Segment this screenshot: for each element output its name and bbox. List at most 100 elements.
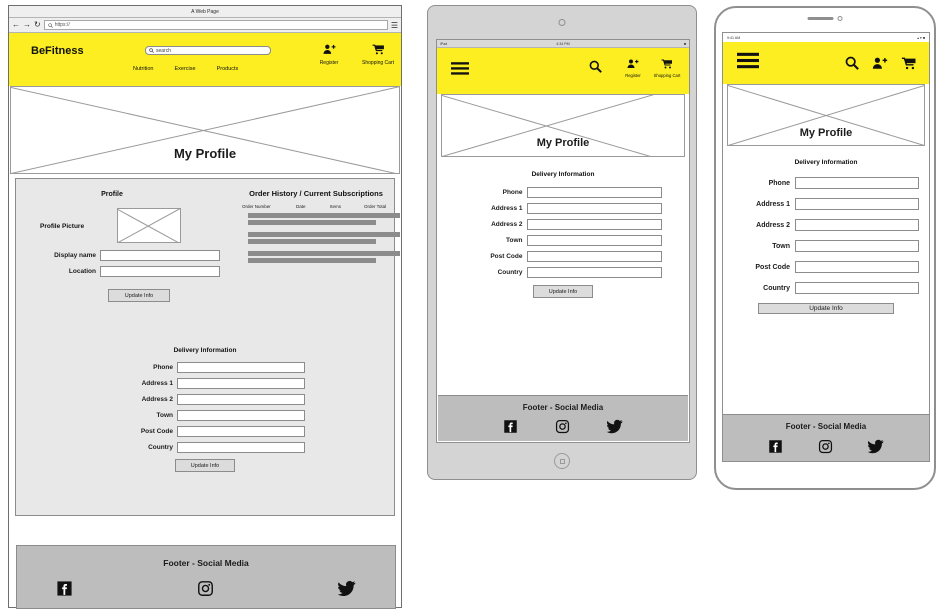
social-links — [503, 419, 623, 434]
address1-input[interactable] — [177, 378, 305, 389]
table-row[interactable] — [248, 232, 400, 244]
table-row[interactable] — [248, 251, 400, 263]
order-history-columns: Order Number Date Items Order Total — [242, 204, 398, 209]
hamburger-menu-icon[interactable]: ☰ — [391, 21, 398, 30]
postcode-input[interactable] — [177, 426, 305, 437]
phone-row: Phone — [465, 187, 662, 198]
profile-picture-label: Profile Picture — [40, 223, 85, 230]
profile-picture-placeholder[interactable] — [117, 208, 181, 243]
instagram-icon[interactable] — [818, 439, 833, 454]
search-icon — [149, 48, 154, 53]
cart-label: Shopping Cart — [362, 60, 394, 66]
shopping-cart-button[interactable]: Shopping Cart — [361, 42, 395, 67]
town-row: Town — [733, 240, 919, 252]
url-input[interactable]: https:// — [43, 20, 388, 30]
display-name-row: Display name — [30, 250, 220, 261]
order-bar-primary — [248, 213, 400, 218]
twitter-icon[interactable] — [867, 439, 884, 454]
shopping-cart-button[interactable]: Shopping Cart — [651, 56, 683, 79]
country-input[interactable] — [526, 267, 662, 278]
town-input[interactable] — [177, 410, 305, 421]
facebook-icon[interactable] — [503, 419, 518, 434]
phone-notch — [807, 16, 843, 21]
nav-item-products[interactable]: Products — [217, 66, 239, 72]
delivery-update-info-button[interactable]: Update Info — [175, 459, 235, 472]
country-input[interactable] — [177, 442, 305, 453]
order-bar-secondary — [248, 258, 376, 263]
postcode-row: Post Code — [733, 261, 919, 273]
address1-row: Address 1 — [105, 378, 305, 389]
phone-camera-icon — [837, 16, 843, 21]
browser-title-bar: A Web Page — [9, 6, 401, 18]
town-input[interactable] — [526, 235, 662, 246]
page-title: My Profile — [173, 146, 237, 161]
footer-title: Footer - Social Media — [785, 422, 867, 431]
postcode-label: Post Code — [140, 428, 173, 435]
address1-label: Address 1 — [491, 205, 523, 212]
phone-input[interactable] — [795, 177, 919, 189]
town-row: Town — [465, 235, 662, 246]
address1-input[interactable] — [795, 198, 919, 210]
postcode-input[interactable] — [526, 251, 662, 262]
desktop-footer: Footer - Social Media — [16, 545, 396, 609]
facebook-icon[interactable] — [56, 580, 73, 597]
delivery-update-info-button[interactable]: Update Info — [533, 285, 593, 298]
address2-input[interactable] — [795, 219, 919, 231]
arrow-right-icon[interactable]: → — [23, 21, 31, 29]
delivery-form: Phone Address 1 Address 2 Town Post Code… — [465, 187, 662, 298]
phone-input[interactable] — [526, 187, 662, 198]
country-label: Country — [497, 269, 523, 276]
instagram-icon[interactable] — [555, 419, 570, 434]
hamburger-menu-icon[interactable] — [737, 52, 759, 74]
reload-icon[interactable]: ↻ — [34, 21, 41, 29]
location-input[interactable] — [100, 266, 220, 277]
address1-row: Address 1 — [465, 203, 662, 214]
search-input[interactable]: search — [145, 46, 271, 55]
address2-row: Address 2 — [105, 394, 305, 405]
shopping-cart-icon[interactable] — [901, 57, 917, 70]
tablet-mockup: iPad 4:34 PM ■ Register Shopping Cart My… — [427, 5, 697, 480]
phone-input[interactable] — [177, 362, 305, 373]
register-button[interactable]: Register — [312, 42, 346, 67]
postcode-row: Post Code — [105, 426, 305, 437]
address2-input[interactable] — [526, 219, 662, 230]
country-row: Country — [465, 267, 662, 278]
postcode-input[interactable] — [795, 261, 919, 273]
town-input[interactable] — [795, 240, 919, 252]
phone-mockup: 9:41 AM ▴ ▾ ■ My Profile Delivery Inform… — [714, 6, 936, 490]
search-icon[interactable] — [845, 56, 859, 70]
profile-update-info-button[interactable]: Update Info — [108, 289, 170, 302]
phone-row: Phone — [105, 362, 305, 373]
table-row[interactable] — [248, 213, 400, 225]
nav-item-exercise[interactable]: Exercise — [174, 66, 195, 72]
instagram-icon[interactable] — [197, 580, 214, 597]
address2-row: Address 2 — [733, 219, 919, 231]
register-button[interactable]: Register — [617, 56, 649, 79]
address2-label: Address 2 — [141, 396, 173, 403]
order-history-title: Order History / Current Subscriptions — [249, 189, 383, 198]
delivery-update-info-button[interactable]: Update Info — [758, 303, 894, 314]
facebook-icon[interactable] — [768, 439, 783, 454]
country-input[interactable] — [795, 282, 919, 294]
order-bar-primary — [248, 232, 400, 237]
delivery-section-title: Delivery Information — [794, 159, 858, 166]
twitter-icon[interactable] — [606, 419, 623, 434]
home-button-icon[interactable] — [554, 453, 570, 469]
search-icon[interactable] — [589, 60, 602, 78]
hamburger-menu-icon[interactable] — [451, 62, 469, 80]
twitter-icon[interactable] — [337, 580, 356, 597]
desktop-browser-mockup: A Web Page ← → ↻ https:// ☰ BeFitness se… — [8, 5, 402, 609]
address1-label: Address 1 — [141, 380, 173, 387]
register-label: Register — [625, 73, 641, 78]
phone-label: Phone — [502, 189, 523, 196]
address1-input[interactable] — [526, 203, 662, 214]
display-name-input[interactable] — [100, 250, 220, 261]
town-label: Town — [156, 412, 174, 419]
nav-item-nutrition[interactable]: Nutrition — [133, 66, 153, 72]
user-add-icon[interactable] — [872, 57, 888, 70]
brand-logo[interactable]: BeFitness — [31, 45, 84, 57]
address2-input[interactable] — [177, 394, 305, 405]
order-bar-secondary — [248, 220, 376, 225]
footer-title: Footer - Social Media — [163, 557, 249, 568]
arrow-left-icon[interactable]: ← — [12, 21, 20, 29]
